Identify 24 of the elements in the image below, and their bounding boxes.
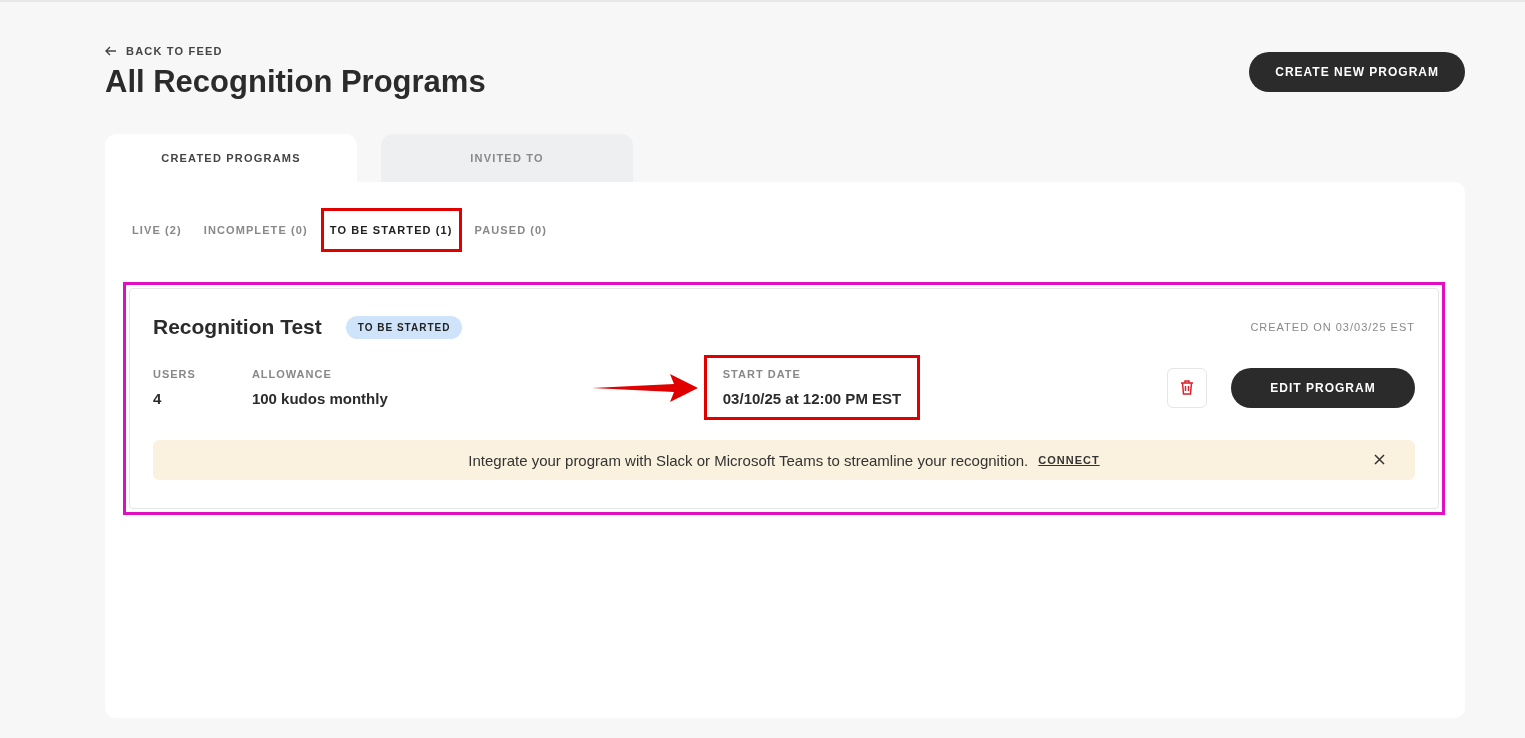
create-new-program-button[interactable]: CREATE NEW PROGRAM: [1249, 52, 1465, 92]
stat-value: 4: [153, 390, 163, 407]
created-date: CREATED ON 03/03/25 EST: [1250, 321, 1415, 333]
arrow-left-icon: [105, 46, 117, 56]
page-title: All Recognition Programs: [105, 64, 486, 100]
back-to-feed-link[interactable]: BACK TO FEED: [105, 45, 223, 57]
status-badge: TO BE STARTED: [345, 315, 463, 339]
delete-button[interactable]: [1167, 367, 1207, 408]
filter-tab[interactable]: PAUSED (0): [465, 208, 557, 252]
banner-text: Integrate your program with Slack or Microsoft Teams to streamline your recognition.: [468, 451, 1029, 469]
filter-tab[interactable]: INCOMPLETE (0): [194, 208, 317, 252]
stat-label: START DATE: [722, 368, 802, 380]
filter-tab[interactable]: LIVE (2): [123, 208, 191, 252]
tab[interactable]: CREATED PROGRAMS: [105, 134, 357, 182]
stat-label: ALLOWANCE: [251, 368, 333, 380]
close-icon[interactable]: [1374, 454, 1385, 465]
connect-link[interactable]: CONNECT: [1038, 454, 1100, 466]
stat-value: 100 kudos monthly: [251, 390, 388, 407]
program-name: Recognition Test: [153, 315, 322, 339]
trash-icon: [1180, 380, 1194, 395]
filter-tab[interactable]: TO BE STARTED (1): [320, 208, 462, 252]
stat-label: USERS: [153, 368, 196, 380]
stat-value: 03/10/25 at 12:00 PM EST: [722, 390, 902, 407]
edit-program-button[interactable]: EDIT PROGRAM: [1231, 367, 1415, 408]
